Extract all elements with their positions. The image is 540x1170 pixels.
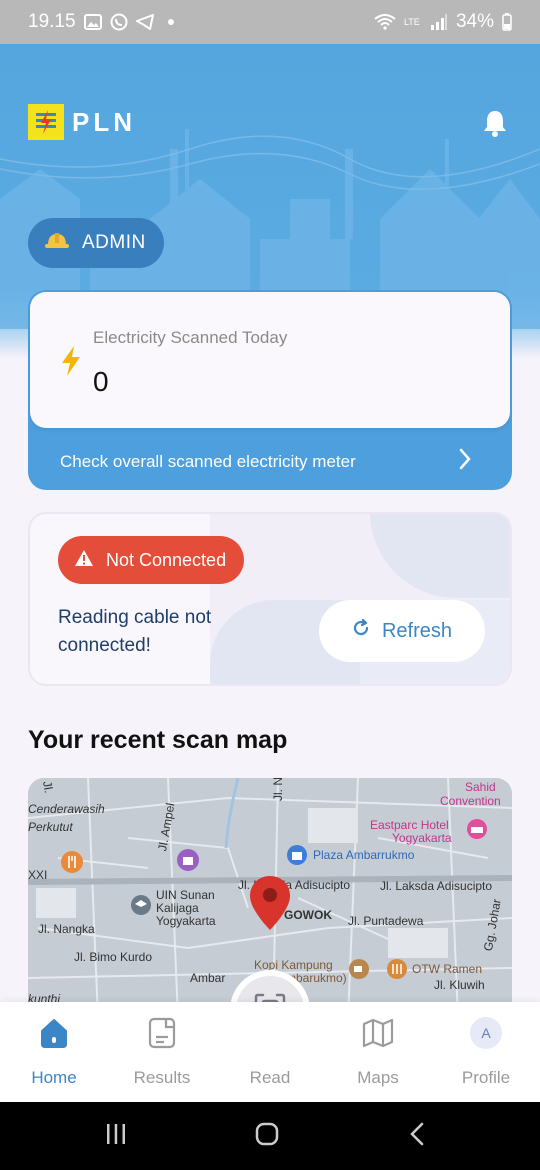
nav-profile[interactable]: A Profile [441,1016,531,1088]
warning-icon [74,549,94,572]
map-label-ambar: Ambar [190,971,226,985]
battery-percent: 34% [455,11,494,32]
map-label-perkutut: Perkutut [28,820,73,834]
system-navigation-bar [0,1102,540,1170]
nav-read[interactable]: Read [225,1016,315,1088]
map-label-uin-2: Kalijaga [156,901,199,915]
restaurant-poi-icon [60,850,84,879]
scanned-today-count: 0 [93,366,109,397]
network-type: LTE [403,16,420,27]
telegram-icon [135,14,154,30]
check-overall-label: Check overall scanned electricity meter [60,451,356,471]
cafe-poi-icon [348,958,370,985]
nav-results-label: Results [133,1068,191,1087]
nav-profile-label: Profile [461,1068,511,1087]
map-label-convention: Convention [440,794,501,808]
map-label-otw: OTW Ramen [412,962,483,976]
hotel-poi-icon [466,818,488,845]
chevron-right-icon [458,448,472,475]
profile-initial: A [470,1017,502,1049]
map-label-cenderawasih: Cenderawasih [28,802,105,816]
shopping-poi-icon [176,848,200,877]
recent-apps-icon[interactable] [104,1122,128,1151]
status-bar: 19.15 LTE 34% [0,0,540,44]
scanned-today-summary: Electricity Scanned Today 0 [30,292,510,428]
check-overall-link[interactable]: Check overall scanned electricity meter [60,448,472,475]
home-icon [38,1016,70,1050]
connection-status-card: Not Connected Reading cable not connecte… [28,512,512,686]
pln-logo: PLN [28,104,136,140]
notification-dot [167,19,174,25]
role-badge: ADMIN [28,218,164,268]
map-label-plaza: Plaza Ambarrukmo [313,848,415,862]
whatsapp-icon [110,13,128,31]
nav-results[interactable]: Results [117,1016,207,1088]
document-icon [148,1016,176,1050]
gallery-icon [83,14,102,30]
map-label-eastparc: Eastparc Hotel [370,818,449,832]
map-label-sahid: Sahid [465,780,496,794]
not-connected-badge: Not Connected [58,536,245,584]
scanned-today-card[interactable]: Electricity Scanned Today 0 Check overal… [28,290,512,490]
map-label-jl-top: Jl. [40,779,56,795]
map-label-nangka: Jl. Nangka [38,922,95,936]
map-label-kluwih: Jl. Kluwih [434,978,485,992]
refresh-button[interactable]: Refresh [319,600,485,662]
refresh-label: Refresh [381,619,453,642]
connection-message: Reading cable not connected! [58,607,212,656]
avatar-icon: A [470,1016,502,1050]
nav-maps-label: Maps [357,1068,399,1087]
map-label-uin-3: Yogyakarta [156,914,216,928]
lightning-icon [60,346,82,381]
nav-home-label: Home [31,1068,77,1087]
role-label: ADMIN [82,232,146,253]
pln-logo-mark [28,104,64,140]
shopping-bag-poi-icon [286,844,308,871]
nav-read-label: Read [249,1068,291,1087]
scanned-today-label: Electricity Scanned Today [93,328,288,347]
status-time: 19.15 [28,11,76,32]
university-poi-icon [130,894,152,921]
map-label-eastparc-city: Yogyakarta [392,831,452,845]
location-pin-icon[interactable] [248,874,292,937]
hard-hat-icon [44,231,70,255]
map-label-uin-1: UIN Sunan [156,888,215,902]
refresh-icon [352,618,370,643]
bottom-navigation: Home Results Read Maps A Profile [0,1002,540,1102]
wifi-icon [374,14,396,30]
home-system-icon[interactable] [255,1122,279,1151]
recent-scan-map-title: Your recent scan map [28,726,288,754]
ramen-poi-icon [386,958,408,985]
bell-icon[interactable] [480,108,510,138]
map-label-bimo: Jl. Bimo Kurdo [74,950,153,964]
map-label-adisucipto-2: Jl. Laksda Adisucipto [380,879,493,893]
map-label-xxi: XXI [28,868,48,882]
back-icon[interactable] [408,1122,428,1151]
nav-home[interactable]: Home [9,1016,99,1088]
nav-maps[interactable]: Maps [333,1016,423,1088]
logo-text: PLN [72,106,136,137]
connection-status-text: Not Connected [106,549,227,570]
map-label-puntadewa: Jl. Puntadewa [348,914,424,928]
map-icon [362,1016,394,1050]
signal-icon [430,14,448,30]
battery-icon [502,13,512,31]
map-label-jl-n: Jl. N [271,778,285,801]
